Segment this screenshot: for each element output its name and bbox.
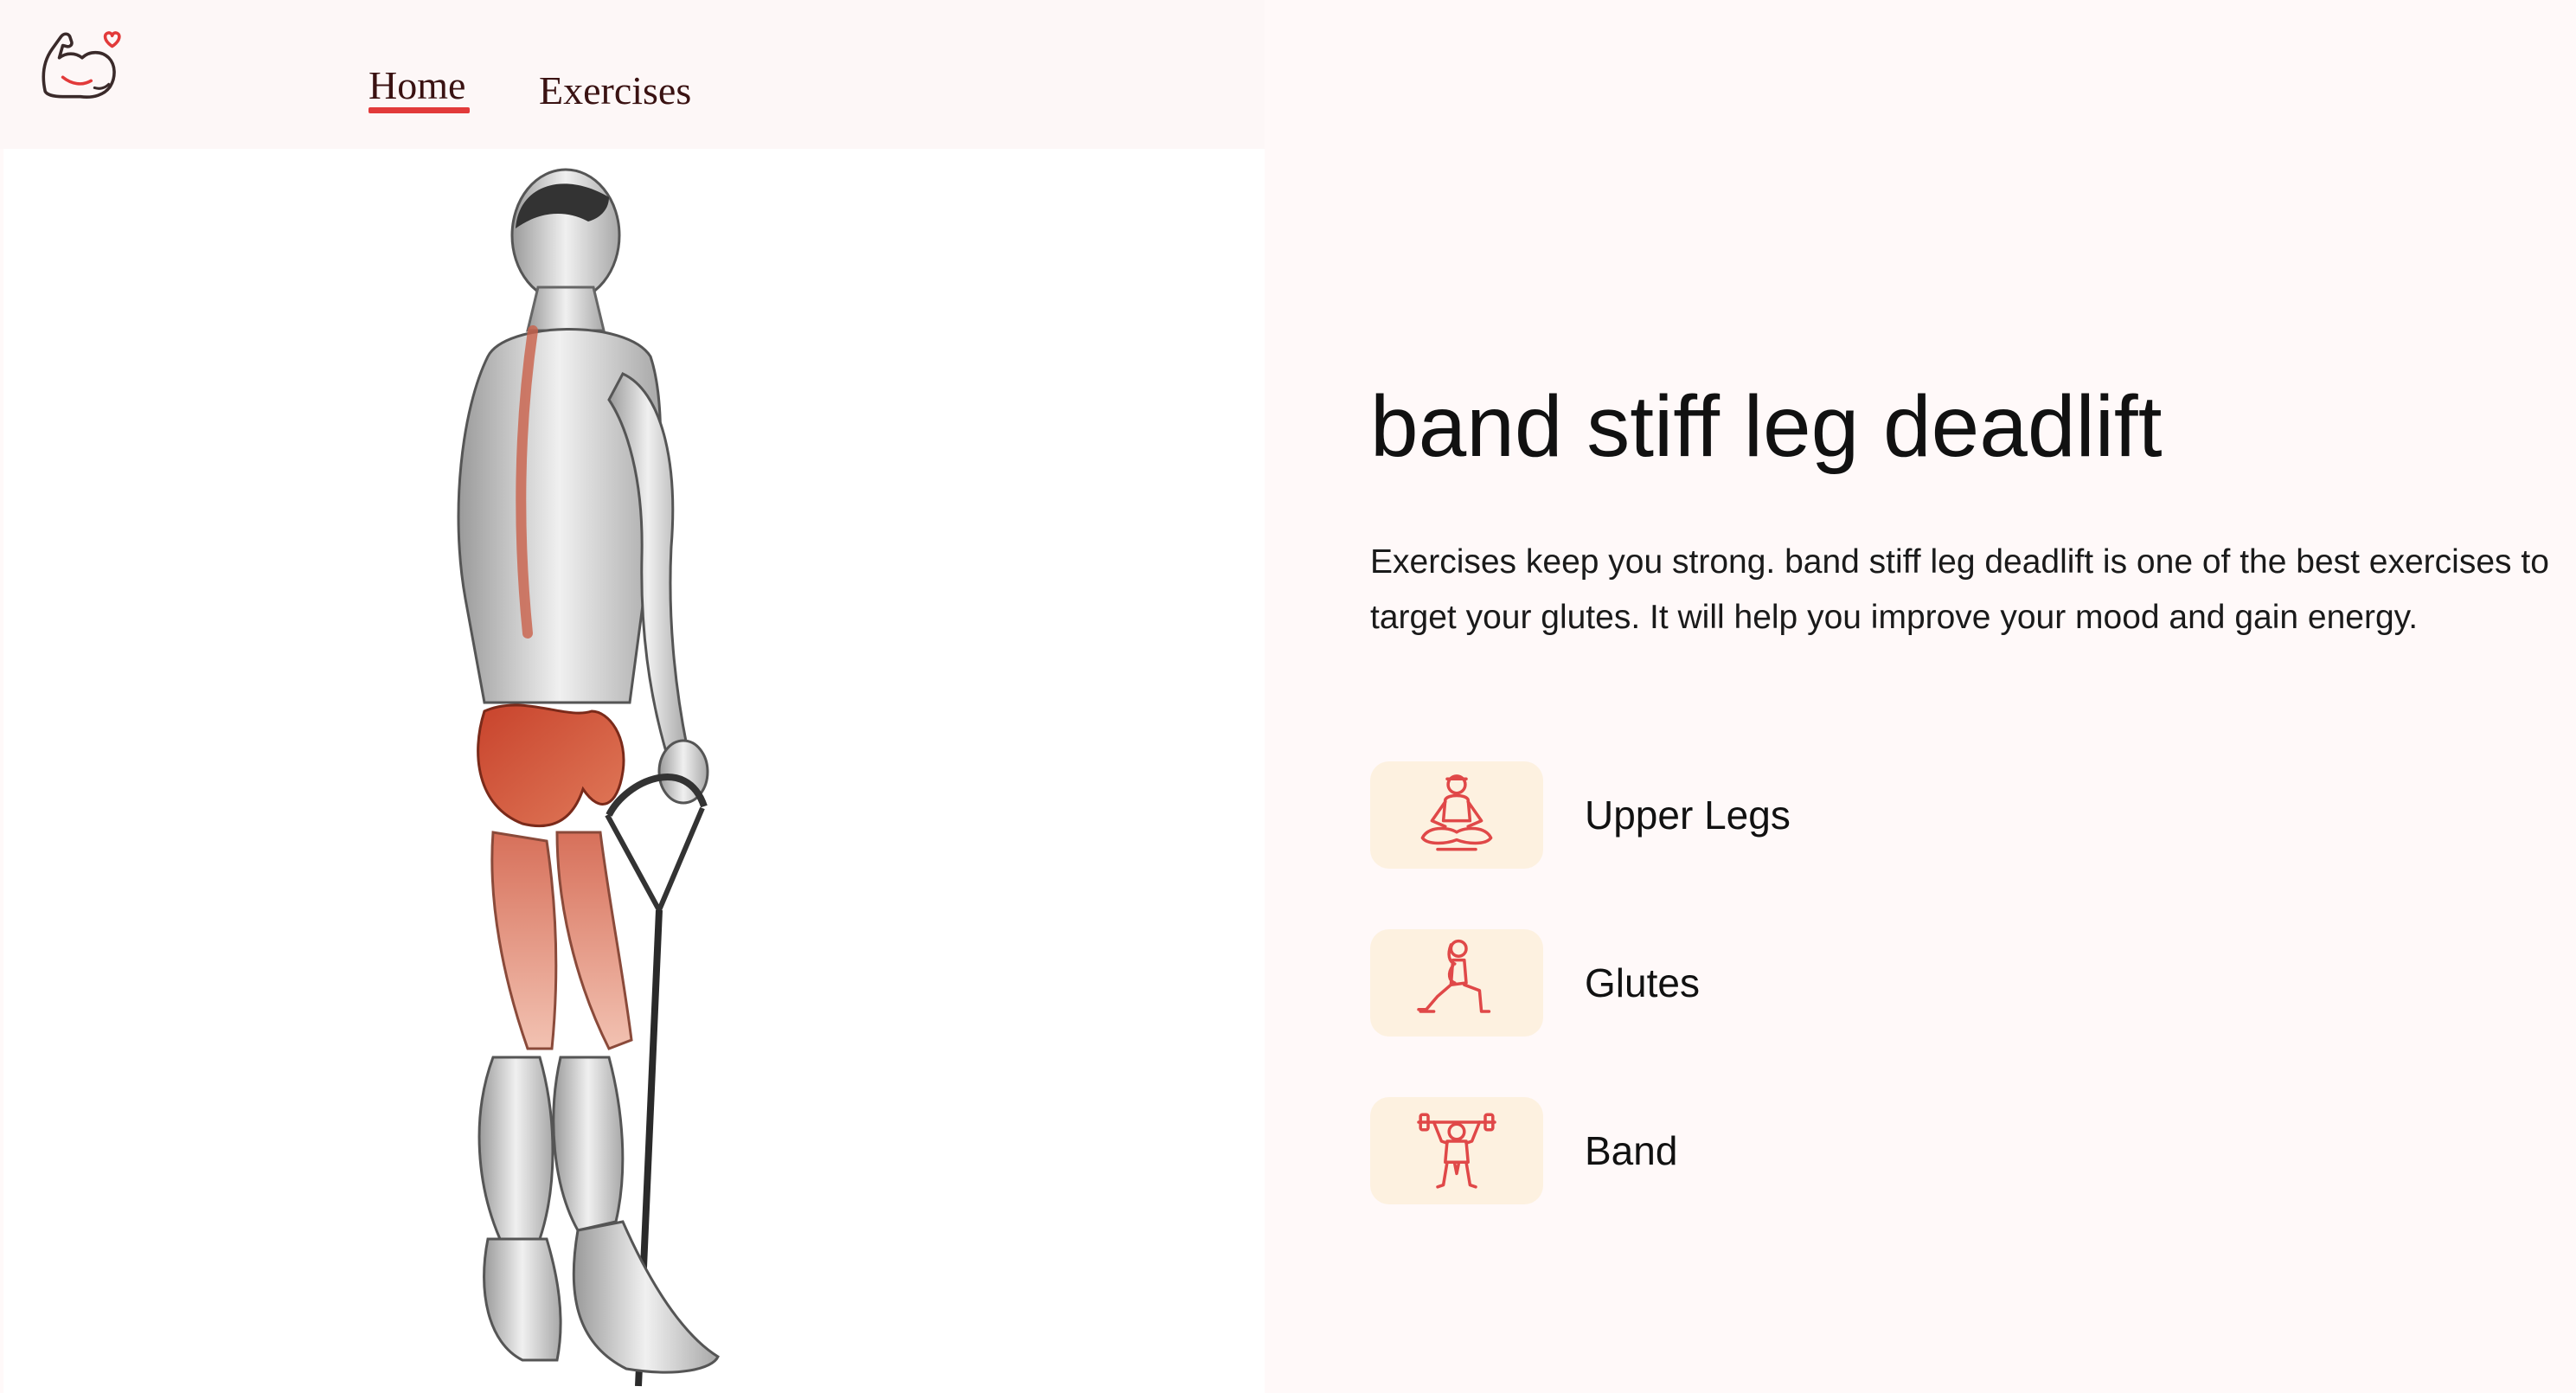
tag-label-upper-legs: Upper Legs	[1585, 793, 1791, 838]
nav-active-indicator	[368, 107, 470, 113]
exercise-image-panel	[3, 149, 1265, 1393]
flexed-arm-heart-icon[interactable]	[36, 22, 125, 111]
tag-band[interactable]: Band	[1370, 1097, 1677, 1204]
weightlifter-icon	[1417, 1113, 1496, 1189]
tag-icon-container[interactable]	[1370, 929, 1543, 1037]
tag-glutes[interactable]: Glutes	[1370, 929, 1700, 1037]
tag-label-glutes: Glutes	[1585, 960, 1700, 1005]
nav-exercises-link[interactable]: Exercises	[539, 71, 691, 111]
tag-label-band: Band	[1585, 1128, 1678, 1173]
meditation-pose-icon	[1420, 774, 1493, 851]
site-header: Home Exercises	[0, 0, 1265, 149]
exercise-description: Exercises keep you strong. band stiff le…	[1370, 543, 2549, 636]
exercise-illustration	[457, 168, 720, 1387]
tag-icon-container[interactable]	[1370, 1097, 1543, 1204]
lunge-pose-icon	[1417, 939, 1491, 1013]
exercise-title: band stiff leg deadlift	[1370, 378, 2163, 475]
tag-upper-legs[interactable]: Upper Legs	[1370, 761, 1791, 869]
tag-icon-container[interactable]	[1370, 761, 1543, 869]
nav-home-link[interactable]: Home	[368, 66, 465, 106]
